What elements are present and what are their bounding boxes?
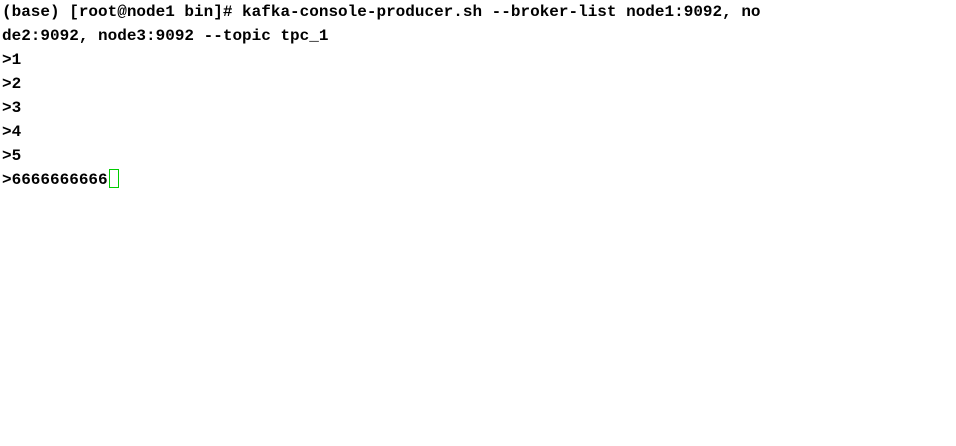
terminal-window[interactable]: (base) [root@node1 bin]# kafka-console-p… [0, 0, 956, 446]
command-line-continuation: de2:9092, node3:9092 --topic tpc_1 [2, 27, 329, 45]
command-line: (base) [root@node1 bin]# kafka-console-p… [2, 3, 761, 21]
text-cursor [108, 169, 119, 188]
producer-output-line: >1 [2, 51, 22, 69]
producer-output-line: >2 [2, 75, 22, 93]
current-input-line[interactable]: >6666666666 [2, 168, 956, 192]
current-input-text: >6666666666 [2, 171, 108, 189]
producer-output-line: >3 [2, 99, 22, 117]
producer-output-line: >4 [2, 123, 22, 141]
producer-output-line: >5 [2, 147, 22, 165]
